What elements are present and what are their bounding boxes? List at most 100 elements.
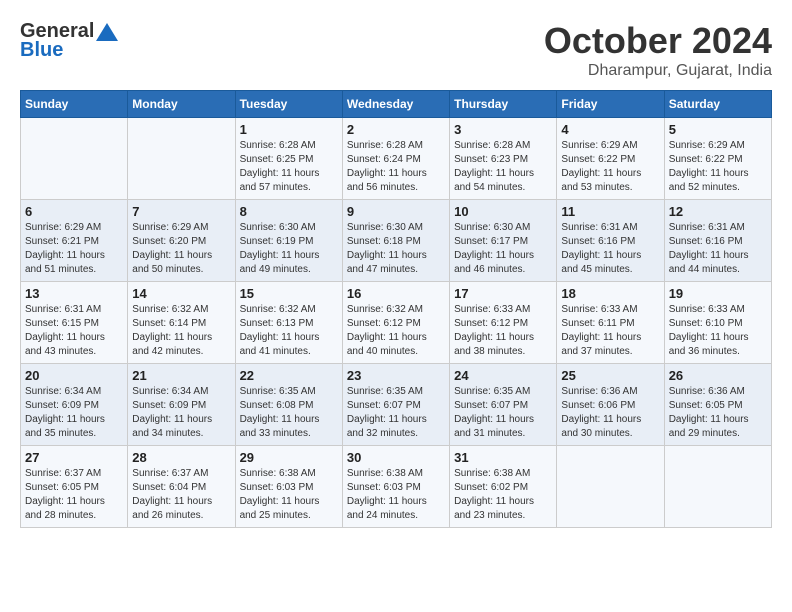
day-number: 16 [347,286,445,301]
day-number: 22 [240,368,338,383]
day-info: Sunrise: 6:38 AMSunset: 6:02 PMDaylight:… [454,467,552,523]
calendar-week-row: 1 Sunrise: 6:28 AMSunset: 6:25 PMDaylight… [21,118,772,200]
day-info: Sunrise: 6:30 AMSunset: 6:19 PMDaylight:… [240,221,338,277]
calendar-cell [21,118,128,200]
location-title: Dharampur, Gujarat, India [544,62,772,80]
day-number: 6 [25,204,123,219]
weekday-header-saturday: Saturday [664,91,771,118]
day-number: 23 [347,368,445,383]
calendar-cell: 1 Sunrise: 6:28 AMSunset: 6:25 PMDaylight… [235,118,342,200]
day-info: Sunrise: 6:28 AMSunset: 6:23 PMDaylight:… [454,139,552,195]
day-number: 21 [132,368,230,383]
calendar-cell: 10 Sunrise: 6:30 AMSunset: 6:17 PMDayligh… [450,200,557,282]
calendar-table: SundayMondayTuesdayWednesdayThursdayFrid… [20,90,772,528]
calendar-cell: 11 Sunrise: 6:31 AMSunset: 6:16 PMDayligh… [557,200,664,282]
day-number: 27 [25,450,123,465]
calendar-cell: 16 Sunrise: 6:32 AMSunset: 6:12 PMDayligh… [342,282,449,364]
day-info: Sunrise: 6:28 AMSunset: 6:24 PMDaylight:… [347,139,445,195]
logo-blue: Blue [20,39,63,62]
weekday-header-friday: Friday [557,91,664,118]
day-info: Sunrise: 6:31 AMSunset: 6:15 PMDaylight:… [25,303,123,359]
day-number: 10 [454,204,552,219]
day-number: 4 [561,122,659,137]
day-number: 12 [669,204,767,219]
day-info: Sunrise: 6:29 AMSunset: 6:22 PMDaylight:… [669,139,767,195]
calendar-cell: 15Sunrise: 6:32 AMSunset: 6:13 PMDayligh… [235,282,342,364]
calendar-week-row: 6 Sunrise: 6:29 AMSunset: 6:21 PMDaylight… [21,200,772,282]
calendar-cell: 14Sunrise: 6:32 AMSunset: 6:14 PMDayligh… [128,282,235,364]
day-info: Sunrise: 6:32 AMSunset: 6:12 PMDaylight:… [347,303,445,359]
logo-icon [96,23,118,41]
day-number: 25 [561,368,659,383]
calendar-cell: 29 Sunrise: 6:38 AMSunset: 6:03 PMDayligh… [235,446,342,528]
day-number: 11 [561,204,659,219]
weekday-header-thursday: Thursday [450,91,557,118]
calendar-cell: 3 Sunrise: 6:28 AMSunset: 6:23 PMDaylight… [450,118,557,200]
calendar-cell: 25 Sunrise: 6:36 AMSunset: 6:06 PMDayligh… [557,364,664,446]
day-number: 3 [454,122,552,137]
day-info: Sunrise: 6:29 AMSunset: 6:22 PMDaylight:… [561,139,659,195]
calendar-week-row: 20 Sunrise: 6:34 AMSunset: 6:09 PMDayligh… [21,364,772,446]
calendar-cell: 8 Sunrise: 6:30 AMSunset: 6:19 PMDaylight… [235,200,342,282]
day-info: Sunrise: 6:30 AMSunset: 6:17 PMDaylight:… [454,221,552,277]
calendar-cell [557,446,664,528]
calendar-cell: 24 Sunrise: 6:35 AMSunset: 6:07 PMDayligh… [450,364,557,446]
calendar-cell: 5 Sunrise: 6:29 AMSunset: 6:22 PMDaylight… [664,118,771,200]
day-number: 26 [669,368,767,383]
calendar-cell: 26Sunrise: 6:36 AMSunset: 6:05 PMDayligh… [664,364,771,446]
calendar-cell [128,118,235,200]
day-number: 24 [454,368,552,383]
day-number: 13 [25,286,123,301]
calendar-cell: 30 Sunrise: 6:38 AMSunset: 6:03 PMDayligh… [342,446,449,528]
day-info: Sunrise: 6:38 AMSunset: 6:03 PMDaylight:… [240,467,338,523]
day-number: 15 [240,286,338,301]
day-info: Sunrise: 6:28 AMSunset: 6:25 PMDaylight:… [240,139,338,195]
calendar-cell: 6 Sunrise: 6:29 AMSunset: 6:21 PMDaylight… [21,200,128,282]
calendar-cell: 13 Sunrise: 6:31 AMSunset: 6:15 PMDayligh… [21,282,128,364]
day-number: 2 [347,122,445,137]
day-info: Sunrise: 6:32 AMSunset: 6:14 PMDaylight:… [132,303,230,359]
day-number: 7 [132,204,230,219]
day-number: 17 [454,286,552,301]
calendar-cell: 19 Sunrise: 6:33 AMSunset: 6:10 PMDayligh… [664,282,771,364]
weekday-header-monday: Monday [128,91,235,118]
day-number: 1 [240,122,338,137]
calendar-cell: 9Sunrise: 6:30 AMSunset: 6:18 PMDaylight… [342,200,449,282]
calendar-cell: 23 Sunrise: 6:35 AMSunset: 6:07 PMDayligh… [342,364,449,446]
day-info: Sunrise: 6:35 AMSunset: 6:07 PMDaylight:… [347,385,445,441]
calendar-cell [664,446,771,528]
calendar-cell: 20 Sunrise: 6:34 AMSunset: 6:09 PMDayligh… [21,364,128,446]
day-info: Sunrise: 6:37 AMSunset: 6:05 PMDaylight:… [25,467,123,523]
day-info: Sunrise: 6:38 AMSunset: 6:03 PMDaylight:… [347,467,445,523]
calendar-cell: 7Sunrise: 6:29 AMSunset: 6:20 PMDaylight… [128,200,235,282]
day-number: 30 [347,450,445,465]
calendar-week-row: 13 Sunrise: 6:31 AMSunset: 6:15 PMDayligh… [21,282,772,364]
day-number: 19 [669,286,767,301]
calendar-week-row: 27 Sunrise: 6:37 AMSunset: 6:05 PMDayligh… [21,446,772,528]
day-info: Sunrise: 6:36 AMSunset: 6:06 PMDaylight:… [561,385,659,441]
calendar-cell: 31Sunrise: 6:38 AMSunset: 6:02 PMDayligh… [450,446,557,528]
day-info: Sunrise: 6:33 AMSunset: 6:11 PMDaylight:… [561,303,659,359]
calendar-cell: 18Sunrise: 6:33 AMSunset: 6:11 PMDayligh… [557,282,664,364]
day-number: 28 [132,450,230,465]
day-number: 29 [240,450,338,465]
logo: General Blue [20,20,118,62]
page-header: General Blue October 2024 Dharampur, Guj… [20,20,772,80]
day-number: 5 [669,122,767,137]
day-number: 20 [25,368,123,383]
weekday-header-sunday: Sunday [21,91,128,118]
day-info: Sunrise: 6:35 AMSunset: 6:08 PMDaylight:… [240,385,338,441]
day-number: 8 [240,204,338,219]
day-info: Sunrise: 6:34 AMSunset: 6:09 PMDaylight:… [132,385,230,441]
day-info: Sunrise: 6:37 AMSunset: 6:04 PMDaylight:… [132,467,230,523]
day-info: Sunrise: 6:33 AMSunset: 6:12 PMDaylight:… [454,303,552,359]
month-title: October 2024 [544,20,772,62]
day-info: Sunrise: 6:34 AMSunset: 6:09 PMDaylight:… [25,385,123,441]
day-info: Sunrise: 6:30 AMSunset: 6:18 PMDaylight:… [347,221,445,277]
calendar-cell: 17 Sunrise: 6:33 AMSunset: 6:12 PMDayligh… [450,282,557,364]
day-info: Sunrise: 6:29 AMSunset: 6:21 PMDaylight:… [25,221,123,277]
calendar-cell: 4 Sunrise: 6:29 AMSunset: 6:22 PMDaylight… [557,118,664,200]
day-info: Sunrise: 6:31 AMSunset: 6:16 PMDaylight:… [561,221,659,277]
day-info: Sunrise: 6:33 AMSunset: 6:10 PMDaylight:… [669,303,767,359]
day-info: Sunrise: 6:35 AMSunset: 6:07 PMDaylight:… [454,385,552,441]
